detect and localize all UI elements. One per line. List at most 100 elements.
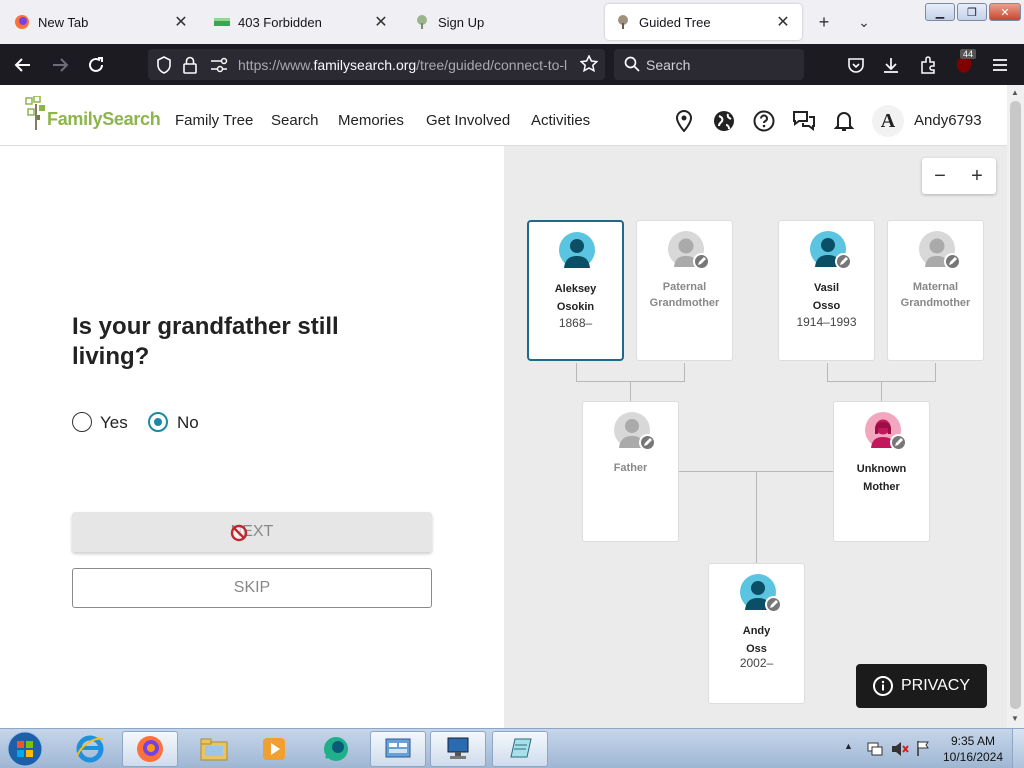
close-window-button[interactable]: ✕ xyxy=(989,3,1021,21)
url-text[interactable]: https://www.familysearch.org/tree/guided… xyxy=(238,57,568,73)
tab-sign-up[interactable]: Sign Up xyxy=(404,4,600,40)
tab-title: New Tab xyxy=(38,14,89,30)
person-card-paternal-grandmother[interactable]: Paternal Grandmother xyxy=(636,220,733,361)
nav-memories[interactable]: Memories xyxy=(338,112,404,129)
logo-wordmark[interactable]: FamilySearch xyxy=(47,109,161,130)
tree-connector xyxy=(576,363,577,381)
person-last-name: Mother xyxy=(863,481,900,493)
globe-icon[interactable] xyxy=(712,109,736,133)
lock-icon[interactable] xyxy=(183,56,197,79)
familysearch-logo-icon[interactable] xyxy=(24,95,48,135)
messenger-app-icon[interactable] xyxy=(308,731,364,767)
male-avatar-icon xyxy=(559,232,595,268)
action-center-flag-icon[interactable] xyxy=(915,739,931,762)
tab-403-forbidden[interactable]: 403 Forbidden ✕ xyxy=(204,4,400,40)
extensions-puzzle-icon[interactable] xyxy=(915,52,941,78)
person-name: Unknown Mother xyxy=(838,460,925,496)
back-arrow-icon[interactable] xyxy=(10,52,36,78)
nav-get-involved[interactable]: Get Involved xyxy=(426,112,510,129)
edit-pencil-icon[interactable] xyxy=(835,253,852,270)
skip-button[interactable]: SKIP xyxy=(72,568,432,608)
download-icon[interactable] xyxy=(878,52,904,78)
volume-muted-icon[interactable] xyxy=(890,740,910,763)
menu-hamburger-icon[interactable] xyxy=(987,52,1013,78)
green-bar-icon xyxy=(214,14,230,30)
edit-pencil-icon[interactable] xyxy=(765,596,782,613)
tree-icon xyxy=(414,14,430,30)
media-player-icon[interactable] xyxy=(246,731,302,767)
edit-pencil-icon[interactable] xyxy=(944,253,961,270)
shield-icon[interactable] xyxy=(156,56,172,79)
show-desktop-button[interactable] xyxy=(1012,729,1024,768)
tab-guided-tree[interactable]: Guided Tree ✕ xyxy=(605,4,802,40)
ublock-extension-icon[interactable]: 44 xyxy=(951,49,977,78)
radio-no[interactable] xyxy=(148,412,168,432)
tab-title: Sign Up xyxy=(438,14,485,30)
scroll-up-arrow-icon[interactable]: ▲ xyxy=(1011,88,1019,97)
zoom-in-button[interactable]: + xyxy=(963,162,991,190)
person-card-maternal-grandmother[interactable]: Maternal Grandmother xyxy=(887,220,984,361)
person-card-paternal-grandfather[interactable]: Aleksey Osokin 1868– xyxy=(527,220,624,361)
nav-family-tree[interactable]: Family Tree xyxy=(175,112,253,129)
system-clock[interactable]: 9:35 AM 10/16/2024 xyxy=(940,733,1006,765)
list-all-tabs-icon[interactable]: ⌄ xyxy=(851,10,877,34)
tab-title: Guided Tree xyxy=(639,14,711,30)
person-name: Maternal Grandmother xyxy=(892,279,979,311)
radio-no-label[interactable]: No xyxy=(177,413,199,433)
notepad-icon[interactable] xyxy=(492,731,548,767)
edit-pencil-icon[interactable] xyxy=(890,434,907,451)
restore-window-button[interactable]: ❐ xyxy=(957,3,987,21)
start-button[interactable] xyxy=(4,730,46,768)
page-scrollbar[interactable]: ▲ ▼ xyxy=(1007,85,1024,728)
help-question-icon[interactable] xyxy=(752,109,776,133)
person-card-self[interactable]: Andy Oss 2002– xyxy=(708,563,805,704)
next-button[interactable]: NEXT xyxy=(72,512,432,552)
nav-activities[interactable]: Activities xyxy=(531,112,590,129)
bookmark-star-icon[interactable] xyxy=(579,54,599,78)
permissions-icon[interactable] xyxy=(210,57,228,78)
browser-search-box[interactable]: Search xyxy=(614,49,804,80)
person-card-father[interactable]: Father xyxy=(582,401,679,542)
zoom-out-button[interactable]: − xyxy=(926,162,954,190)
pocket-icon[interactable] xyxy=(843,52,869,78)
placeholder-line2: Grandmother xyxy=(900,297,971,309)
person-card-mother[interactable]: Unknown Mother xyxy=(833,401,930,542)
zoom-controls: − + xyxy=(922,158,996,194)
network-status-icon[interactable] xyxy=(866,740,884,763)
close-tab-icon[interactable]: ✕ xyxy=(372,12,390,32)
control-panel-icon[interactable] xyxy=(370,731,426,767)
new-tab-button[interactable]: + xyxy=(811,10,837,34)
username-label[interactable]: Andy6793 xyxy=(914,112,982,129)
tree-icon xyxy=(615,14,631,30)
tab-new-tab[interactable]: New Tab ✕ xyxy=(4,4,200,40)
internet-explorer-icon[interactable] xyxy=(62,731,118,767)
firefox-taskbar-icon[interactable] xyxy=(122,731,178,767)
show-hidden-icons-icon[interactable]: ▲ xyxy=(844,741,853,751)
radio-yes[interactable] xyxy=(72,412,92,432)
privacy-button[interactable]: PRIVACY xyxy=(856,664,987,708)
forward-arrow-icon[interactable] xyxy=(47,52,73,78)
clock-time: 9:35 AM xyxy=(950,734,996,748)
scrollbar-thumb[interactable] xyxy=(1010,101,1021,709)
edit-pencil-icon[interactable] xyxy=(693,253,710,270)
nav-search[interactable]: Search xyxy=(271,112,319,129)
edit-pencil-icon[interactable] xyxy=(639,434,656,451)
scroll-down-arrow-icon[interactable]: ▼ xyxy=(1011,714,1019,723)
person-card-maternal-grandfather[interactable]: Vasil Osso 1914–1993 xyxy=(778,220,875,361)
notifications-bell-icon[interactable] xyxy=(832,109,856,133)
person-first-name: Vasil xyxy=(813,282,840,294)
minimize-window-button[interactable]: ▁ xyxy=(925,3,955,21)
messages-chat-icon[interactable] xyxy=(792,109,816,133)
person-last-name: Osokin xyxy=(556,301,595,313)
network-computer-icon[interactable] xyxy=(430,731,486,767)
close-tab-icon[interactable]: ✕ xyxy=(774,12,792,32)
close-tab-icon[interactable]: ✕ xyxy=(172,12,190,32)
radio-yes-label[interactable]: Yes xyxy=(100,413,128,433)
location-pin-icon[interactable] xyxy=(672,109,696,133)
user-avatar[interactable]: A xyxy=(872,105,904,137)
file-explorer-icon[interactable] xyxy=(186,731,242,767)
person-name: Paternal Grandmother xyxy=(641,279,728,311)
extension-badge-count: 44 xyxy=(960,49,977,59)
url-bar[interactable]: https://www.familysearch.org/tree/guided… xyxy=(148,49,605,80)
reload-icon[interactable] xyxy=(83,52,109,78)
